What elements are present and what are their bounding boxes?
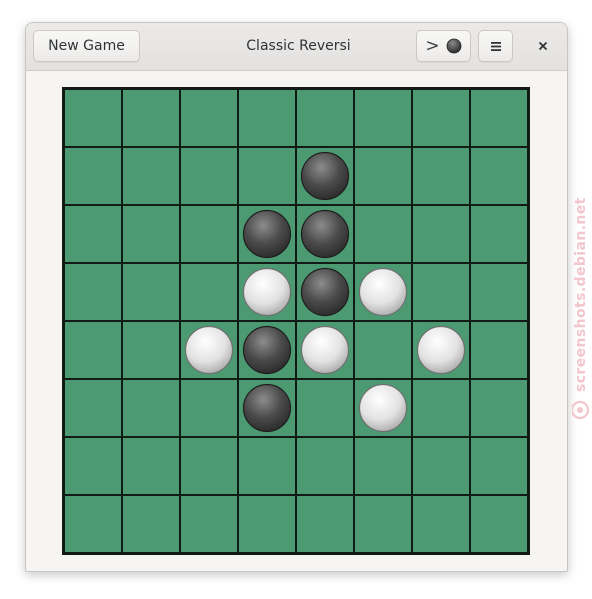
- board-square[interactable]: [239, 496, 295, 552]
- board-square[interactable]: [239, 438, 295, 494]
- dark-piece: [242, 209, 292, 259]
- board-square[interactable]: [181, 148, 237, 204]
- board-square[interactable]: [413, 148, 469, 204]
- light-piece: [358, 267, 408, 317]
- board-square[interactable]: [123, 496, 179, 552]
- board-square[interactable]: [355, 322, 411, 378]
- new-game-label: New Game: [48, 38, 125, 54]
- dark-piece: [300, 209, 350, 259]
- board-square[interactable]: [123, 380, 179, 436]
- turn-indicator-button[interactable]: >: [416, 30, 471, 62]
- board-square[interactable]: [65, 496, 121, 552]
- board-square[interactable]: [181, 264, 237, 320]
- board-square[interactable]: [355, 148, 411, 204]
- dark-piece: [300, 267, 350, 317]
- light-piece: [242, 267, 292, 317]
- board-square[interactable]: [123, 322, 179, 378]
- board-square[interactable]: [471, 438, 527, 494]
- board-square[interactable]: [123, 438, 179, 494]
- board-square[interactable]: [413, 206, 469, 262]
- watermark-text: screenshots.debian.net: [573, 197, 589, 392]
- board-square[interactable]: [65, 90, 121, 146]
- board-square[interactable]: [471, 496, 527, 552]
- board-square[interactable]: [471, 380, 527, 436]
- window-title: Classic Reversi: [246, 38, 351, 54]
- board-square[interactable]: [123, 90, 179, 146]
- dark-piece: [242, 383, 292, 433]
- board-square[interactable]: [123, 206, 179, 262]
- board-square[interactable]: [65, 264, 121, 320]
- board-square[interactable]: [471, 148, 527, 204]
- board-square[interactable]: [471, 264, 527, 320]
- board-square[interactable]: [355, 206, 411, 262]
- board-square[interactable]: [471, 206, 527, 262]
- dark-piece: [242, 325, 292, 375]
- new-game-button[interactable]: New Game: [33, 30, 140, 62]
- board-square[interactable]: [297, 90, 353, 146]
- board-container: [62, 87, 530, 559]
- board-square[interactable]: [181, 206, 237, 262]
- menu-button[interactable]: [478, 30, 513, 62]
- board-square[interactable]: [123, 148, 179, 204]
- board-square[interactable]: [181, 496, 237, 552]
- dark-piece-icon: [446, 38, 462, 54]
- board-square[interactable]: [413, 438, 469, 494]
- reversi-board[interactable]: [62, 87, 530, 555]
- board-square[interactable]: [65, 322, 121, 378]
- board-square[interactable]: [239, 148, 295, 204]
- header-bar: New Game Classic Reversi >: [26, 23, 567, 71]
- board-square[interactable]: [297, 380, 353, 436]
- board-square[interactable]: [65, 206, 121, 262]
- light-piece: [416, 325, 466, 375]
- board-square[interactable]: [413, 264, 469, 320]
- watermark: screenshots.debian.net: [572, 197, 590, 420]
- dark-piece: [300, 151, 350, 201]
- board-square[interactable]: [297, 438, 353, 494]
- board-square[interactable]: [471, 90, 527, 146]
- board-square[interactable]: [297, 496, 353, 552]
- board-square[interactable]: [181, 90, 237, 146]
- board-square[interactable]: [65, 148, 121, 204]
- board-square[interactable]: [65, 438, 121, 494]
- board-square[interactable]: [181, 438, 237, 494]
- board-square[interactable]: [65, 380, 121, 436]
- board-square[interactable]: [471, 322, 527, 378]
- close-icon: [538, 41, 548, 51]
- board-square[interactable]: [239, 90, 295, 146]
- board-square[interactable]: [123, 264, 179, 320]
- hamburger-menu-icon: [490, 41, 501, 51]
- turn-arrow: >: [425, 36, 440, 56]
- board-square[interactable]: [181, 380, 237, 436]
- light-piece: [184, 325, 234, 375]
- close-button[interactable]: [529, 34, 557, 58]
- board-square[interactable]: [355, 90, 411, 146]
- board-square[interactable]: [413, 496, 469, 552]
- board-square[interactable]: [355, 438, 411, 494]
- light-piece: [358, 383, 408, 433]
- game-window: New Game Classic Reversi >: [25, 22, 568, 572]
- light-piece: [300, 325, 350, 375]
- board-square[interactable]: [355, 496, 411, 552]
- board-square[interactable]: [413, 90, 469, 146]
- board-square[interactable]: [413, 380, 469, 436]
